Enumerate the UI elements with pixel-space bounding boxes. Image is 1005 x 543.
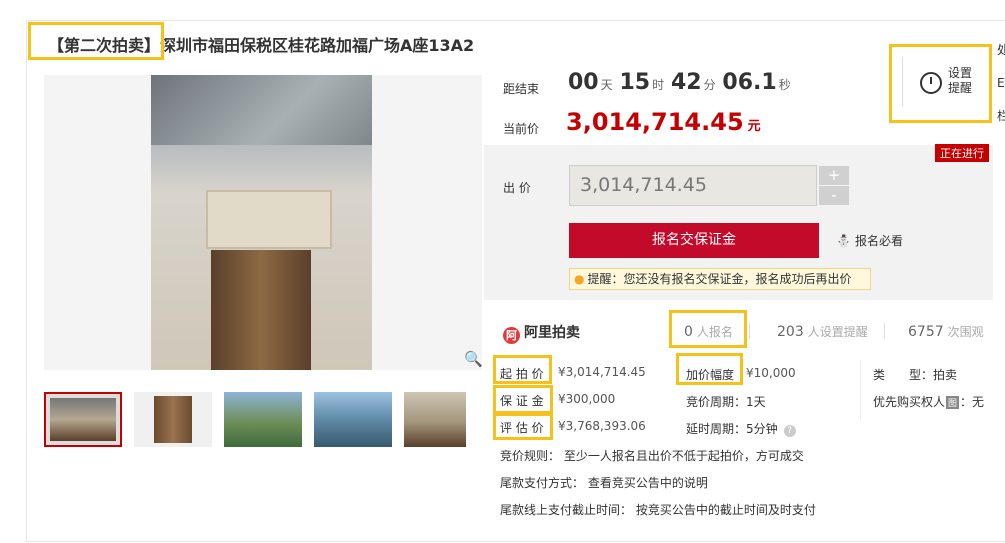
edge-char-2: E	[997, 76, 1005, 90]
days-unit: 天	[600, 78, 613, 92]
delay-cycle: 延时周期：5分钟?	[686, 420, 796, 437]
coins-icon: ⛄	[836, 234, 851, 248]
auction-type: 类 型：拍卖	[873, 366, 957, 383]
signup-guide-label: 报名必看	[854, 234, 903, 248]
view-count-value: 6757	[908, 324, 944, 340]
zoom-icon[interactable]: 🔍	[464, 350, 483, 368]
countdown-timer: 00 天 15 时 42 分 06.1 秒	[568, 70, 794, 95]
view-count: 6757 次围观	[908, 323, 984, 340]
auction-type-value: 拍卖	[933, 368, 958, 382]
countdown-hours: 15	[619, 70, 651, 95]
divider	[860, 360, 861, 420]
edge-char-3: 栏	[997, 109, 1005, 123]
reminder-count: 203 人设置提醒	[777, 323, 868, 340]
bid-cycle-label: 竞价周期：	[686, 395, 747, 409]
seconds-unit: 秒	[778, 78, 791, 92]
bid-cycle: 竞价周期：1天	[686, 393, 766, 410]
deposit-value: ¥300,000	[558, 392, 616, 406]
entrance-sign	[206, 190, 332, 249]
current-price-unit: 元	[747, 119, 761, 134]
status-badge: 正在进行	[935, 144, 989, 162]
highlight-box	[493, 355, 552, 384]
countdown-label: 距结束	[503, 82, 540, 96]
hours-unit: 时	[652, 78, 665, 92]
bid-amount-input[interactable]: 3,014,714.45	[569, 165, 817, 206]
reminder-count-value: 203	[777, 324, 804, 340]
highlight-box	[676, 353, 743, 385]
thumbnail-2[interactable]	[134, 392, 212, 447]
bidding-rule: 竞价规则： 至少一人报名且出价不低于起拍价，方可成交	[500, 449, 804, 463]
increment-value: ¥10,000	[746, 366, 796, 380]
entrance-door	[211, 250, 311, 370]
building-photo	[151, 75, 372, 370]
tip-text: 您还没有报名交保证金，报名成功后再出价	[623, 272, 852, 286]
signup-deposit-button[interactable]: 报名交保证金	[569, 223, 819, 258]
increase-bid-button[interactable]: +	[819, 166, 849, 185]
payment-deadline: 尾款线上支付截止时间： 按竞买公告中的截止时间及时支付	[500, 503, 816, 517]
alibaba-auction-logo: 阿阿里拍卖	[503, 322, 580, 344]
glass-canopy	[151, 75, 372, 145]
divider	[749, 323, 750, 339]
brand-mark-icon: 阿	[503, 327, 520, 344]
highlight-box	[669, 310, 747, 348]
edge-char-1: 处	[997, 43, 1005, 57]
thumbnail-3[interactable]	[224, 392, 302, 447]
highlight-box	[28, 22, 164, 60]
tip-prefix: 提醒：	[587, 272, 624, 286]
start-price-value: ¥3,014,714.45	[558, 365, 646, 379]
delay-cycle-label: 延时周期：	[686, 422, 747, 436]
reminder-tip: ● 提醒：您还没有报名交保证金，报名成功后再出价	[569, 268, 871, 290]
bid-label: 出 价	[503, 181, 531, 195]
countdown-seconds: 06.1	[722, 70, 777, 95]
delay-cycle-value: 5分钟	[746, 422, 778, 436]
countdown-days: 00	[568, 70, 599, 95]
countdown-minutes: 42	[670, 70, 702, 95]
right-edge-text: 处 E 栏	[997, 34, 1005, 133]
thumbnail-1[interactable]	[44, 392, 122, 447]
decrease-bid-button[interactable]: -	[819, 186, 849, 205]
help-icon[interactable]: ?	[783, 425, 796, 437]
view-count-label: 次围观	[947, 325, 984, 339]
highlight-box	[889, 44, 992, 123]
main-image[interactable]	[44, 75, 482, 370]
current-price-value: 3,014,714.45	[566, 108, 744, 136]
priority-buyer: 优先购买权人图：无	[873, 393, 984, 410]
priority-buyer-label: 优先购买权人	[873, 395, 946, 409]
highlight-box	[493, 385, 553, 414]
divider	[884, 323, 885, 339]
minutes-unit: 分	[703, 78, 716, 92]
priority-badge-icon: 图	[946, 396, 960, 409]
reminder-count-label: 人设置提醒	[807, 325, 868, 339]
auction-type-label: 类 型：	[873, 368, 934, 382]
thumbnail-4[interactable]	[314, 392, 392, 447]
appraisal-value: ¥3,768,393.06	[558, 419, 646, 433]
highlight-box	[493, 413, 553, 440]
thumbnail-5[interactable]	[404, 392, 466, 447]
lightbulb-icon: ●	[574, 272, 585, 286]
priority-buyer-value: ：无	[960, 395, 985, 409]
current-price-label: 当前价	[503, 122, 540, 136]
bid-cycle-value: 1天	[746, 395, 766, 409]
current-price: 3,014,714.45 元	[566, 108, 761, 136]
brand-name: 阿里拍卖	[524, 325, 580, 341]
signup-guide-link[interactable]: ⛄ 报名必看	[836, 232, 903, 249]
payment-method: 尾款支付方式： 查看竞买公告中的说明	[500, 476, 708, 490]
